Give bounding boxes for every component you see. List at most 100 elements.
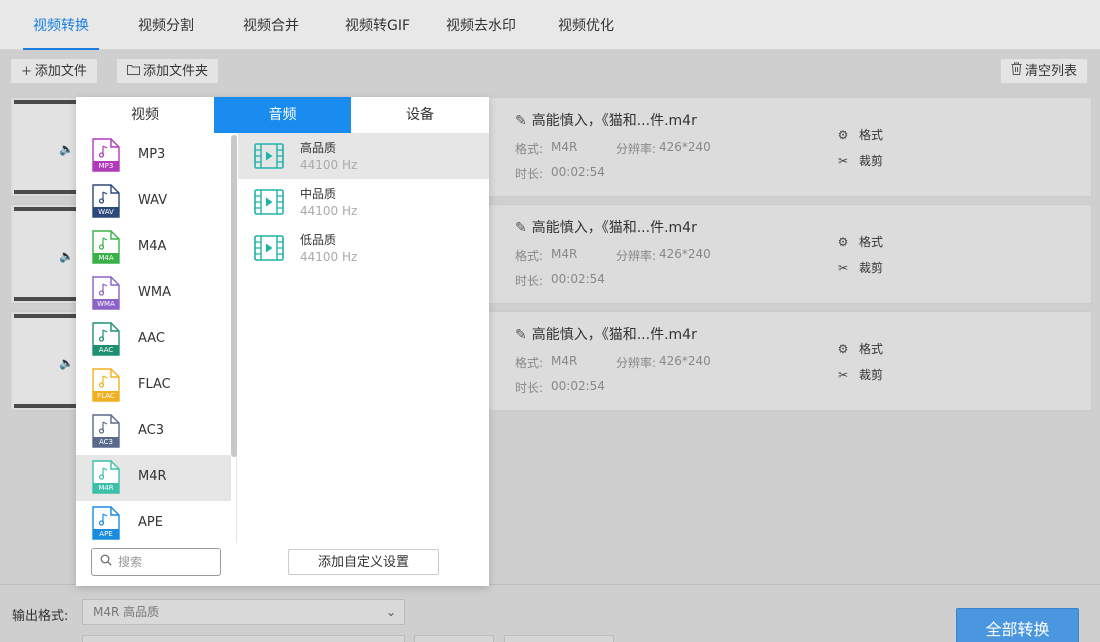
resolution-label: 分辨率: (616, 249, 657, 263)
format-settings-button[interactable]: ⚙ 格式 (835, 233, 883, 250)
toolbar: + 添加文件 添加文件夹 清空列表 (0, 50, 1100, 94)
format-item-wav[interactable]: WAV WAV (76, 179, 231, 225)
file-name[interactable]: ✎ 高能慎入，《猫和...件.m4r (515, 217, 697, 237)
pencil-icon[interactable]: ✎ (515, 113, 527, 129)
quality-item[interactable]: 中品质 44100 Hz (238, 179, 489, 225)
resolution-label: 分辨率: (616, 142, 657, 156)
format-badge: M4R (98, 484, 114, 492)
quality-item[interactable]: 低品质 44100 Hz (238, 225, 489, 271)
scissors-icon: ✂ (837, 368, 849, 382)
tab-video-split[interactable]: 视频分割 (138, 0, 194, 50)
duration-value: 00:02:54 (551, 165, 605, 179)
format-badge: FLAC (97, 392, 115, 400)
format-item-ape[interactable]: APE APE (76, 501, 231, 543)
chevron-down-icon: ⌄ (385, 605, 396, 619)
search-input[interactable] (118, 553, 216, 571)
format-name: AC3 (138, 423, 165, 438)
format-name: MP3 (138, 147, 166, 162)
format-item-m4a[interactable]: M4A M4A (76, 225, 231, 271)
format-name: WAV (138, 193, 168, 208)
format-value: M4R (551, 247, 578, 261)
add-folder-button[interactable]: 添加文件夹 (116, 58, 220, 85)
output-format-select[interactable]: M4R 高品质 ⌄ (82, 599, 405, 625)
sample-rate: 44100 Hz (300, 250, 358, 264)
format-popup: 视频 音频 设备 MP3 MP3 WAV WAV M4A M4A WMA WMA AAC AAC F… (76, 97, 489, 586)
add-file-button[interactable]: + 添加文件 (10, 58, 98, 84)
format-value: M4R (551, 354, 578, 368)
tab-video-convert[interactable]: 视频转换 (23, 0, 99, 50)
format-item-ac3[interactable]: AC3 AC3 (76, 409, 231, 455)
pencil-icon[interactable]: ✎ (515, 327, 527, 343)
folder-icon (127, 59, 140, 85)
change-folder-button[interactable] (414, 635, 494, 642)
duration-value: 00:02:54 (551, 379, 605, 393)
format-item-mp3[interactable]: MP3 MP3 (76, 133, 231, 179)
clear-list-label: 清空列表 (1025, 64, 1078, 79)
tab-video-optimize[interactable]: 视频优化 (558, 0, 614, 50)
tab-remove-watermark[interactable]: 视频去水印 (446, 0, 516, 50)
video-thumbnail: 🔈 (13, 314, 85, 408)
sample-rate: 44100 Hz (300, 158, 358, 172)
format-badge: MP3 (98, 162, 114, 170)
format-name: M4R (138, 469, 167, 484)
file-name[interactable]: ✎ 高能慎入，《猫和...件.m4r (515, 324, 697, 344)
output-folder-field[interactable] (82, 635, 405, 642)
clear-list-button[interactable]: 清空列表 (1000, 58, 1089, 85)
resolution-label: 分辨率: (616, 356, 657, 370)
convert-all-button[interactable]: 全部转换 (956, 608, 1079, 642)
file-name[interactable]: ✎ 高能慎入，《猫和...件.m4r (515, 110, 697, 130)
video-file-icon (254, 235, 284, 261)
video-thumbnail: 🔈 (13, 207, 85, 301)
cut-button[interactable]: ✂ 裁剪 (835, 259, 883, 276)
tab-video-merge[interactable]: 视频合并 (243, 0, 299, 50)
format-name: FLAC (138, 377, 171, 392)
speaker-icon: 🔈 (59, 142, 74, 156)
format-badge: AAC (98, 346, 114, 354)
duration-label: 时长: (515, 274, 544, 288)
format-search (91, 548, 221, 576)
video-file-icon (254, 143, 284, 169)
resolution-value: 426*240 (659, 140, 711, 154)
add-custom-settings-button[interactable]: 添加自定义设置 (288, 549, 439, 575)
format-name: AAC (138, 331, 165, 346)
format-settings-button[interactable]: ⚙ 格式 (835, 126, 883, 143)
format-name: APE (138, 515, 163, 530)
tab-audio[interactable]: 音频 (214, 97, 351, 133)
gear-icon: ⚙ (837, 128, 849, 142)
quality-item[interactable]: 高品质 44100 Hz (238, 133, 489, 179)
format-name: M4A (138, 239, 167, 254)
format-settings-button[interactable]: ⚙ 格式 (835, 340, 883, 357)
search-icon (100, 554, 112, 570)
format-item-aac[interactable]: AAC AAC (76, 317, 231, 363)
tab-video-to-gif[interactable]: 视频转GIF (345, 0, 410, 50)
cut-button[interactable]: ✂ 裁剪 (835, 152, 883, 169)
tab-device[interactable]: 设备 (351, 97, 489, 133)
format-item-wma[interactable]: WMA WMA (76, 271, 231, 317)
format-list-scrollbar[interactable] (231, 135, 237, 457)
speaker-icon: 🔈 (59, 356, 74, 370)
format-name: WMA (138, 285, 171, 300)
output-format-value: M4R 高品质 (93, 605, 160, 619)
cut-button[interactable]: ✂ 裁剪 (835, 366, 883, 383)
quality-name: 高品质 (300, 141, 337, 155)
tab-video[interactable]: 视频 (76, 97, 214, 133)
quality-name: 低品质 (300, 233, 337, 247)
format-badge: APE (99, 530, 113, 538)
format-item-flac[interactable]: FLAC FLAC (76, 363, 231, 409)
audio-format-list: MP3 MP3 WAV WAV M4A M4A WMA WMA AAC AAC FLAC FLAC AC… (76, 133, 237, 543)
video-thumbnail: 🔈 (13, 100, 85, 194)
video-file-icon (254, 189, 284, 215)
format-item-m4r[interactable]: M4R M4R (76, 455, 231, 501)
pencil-icon[interactable]: ✎ (515, 220, 527, 236)
open-folder-button[interactable] (504, 635, 614, 642)
trash-icon (1011, 59, 1022, 85)
scissors-icon: ✂ (837, 154, 849, 168)
format-badge: WAV (98, 208, 114, 216)
quality-name: 中品质 (300, 187, 337, 201)
top-navigation: 视频转换 视频分割 视频合并 视频转GIF 视频去水印 视频优化 (0, 0, 1100, 50)
format-badge: M4A (98, 254, 114, 262)
format-label: 格式: (515, 356, 544, 370)
scissors-icon: ✂ (837, 261, 849, 275)
format-badge: WMA (97, 300, 115, 308)
format-badge: AC3 (98, 438, 113, 446)
